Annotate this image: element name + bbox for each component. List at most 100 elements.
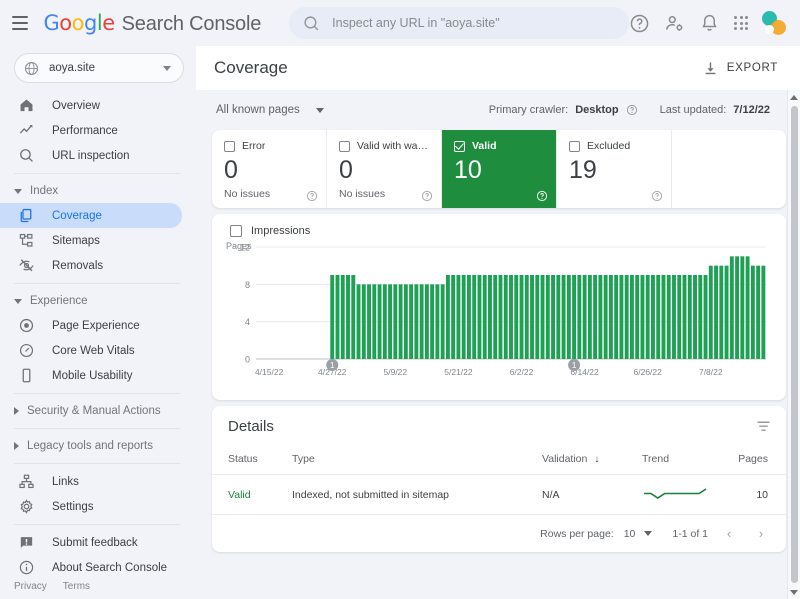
help-icon[interactable] xyxy=(626,104,638,116)
page-experience-icon xyxy=(19,318,34,333)
notifications-icon[interactable] xyxy=(699,13,720,34)
card-value: 0 xyxy=(224,156,238,184)
sidebar-item-core-web-vitals[interactable]: Core Web Vitals xyxy=(0,338,182,363)
excluded-checkbox[interactable] xyxy=(569,140,580,152)
home-icon xyxy=(20,99,33,112)
status-card-valid[interactable]: Valid 10 xyxy=(442,130,557,208)
export-button[interactable]: EXPORT xyxy=(696,56,784,81)
sidebar-item-label: Links xyxy=(52,475,79,488)
scroll-up-arrow-icon[interactable] xyxy=(788,90,800,104)
filter-icon[interactable] xyxy=(755,418,772,435)
svg-text:4/15/22: 4/15/22 xyxy=(255,367,284,377)
body: aoya.site Overview Performance URL inspe… xyxy=(0,46,800,599)
sidebar-item-label: Core Web Vitals xyxy=(52,344,135,357)
sidebar-footer-links: Privacy Terms xyxy=(0,575,196,599)
valid-checkbox[interactable] xyxy=(454,140,465,152)
sidebar-item-performance[interactable]: Performance xyxy=(0,118,182,143)
gear-icon xyxy=(20,499,33,514)
privacy-link[interactable]: Privacy xyxy=(14,581,47,592)
chevron-down-icon xyxy=(644,531,653,536)
next-page-button[interactable]: › xyxy=(750,523,772,545)
search-input[interactable] xyxy=(332,16,616,30)
column-status[interactable]: Status xyxy=(212,446,292,475)
chevron-down-icon xyxy=(163,65,171,71)
card-value: 0 xyxy=(339,156,353,184)
impressions-label: Impressions xyxy=(251,225,311,237)
sitemap-icon xyxy=(19,233,33,247)
column-type[interactable]: Type xyxy=(292,446,542,475)
apps-grid-icon[interactable] xyxy=(734,16,748,30)
valid-with-warnings-checkbox[interactable] xyxy=(339,140,350,152)
sidebar-item-coverage[interactable]: Coverage xyxy=(0,203,182,228)
google-logo: Google xyxy=(43,10,116,35)
column-validation[interactable]: Validation ↓ xyxy=(542,446,642,475)
impressions-checkbox[interactable] xyxy=(230,225,242,237)
column-pages[interactable]: Pages xyxy=(732,446,786,475)
sidebar-group-label: Legacy tools and reports xyxy=(27,440,153,452)
trending-up-icon xyxy=(19,125,33,134)
status-card-excluded[interactable]: Excluded 19 xyxy=(557,130,672,208)
card-value: 19 xyxy=(569,156,597,184)
chevron-right-icon xyxy=(14,407,19,415)
scrollbar-thumb[interactable] xyxy=(790,106,798,583)
sidebar-item-overview[interactable]: Overview xyxy=(0,93,182,118)
url-inspection-search[interactable] xyxy=(289,7,630,39)
sidebar-item-about-search-console[interactable]: About Search Console xyxy=(0,555,182,575)
svg-text:0: 0 xyxy=(245,355,250,365)
rows-per-page-select[interactable]: 10 xyxy=(624,528,653,540)
sidebar-item-mobile-usability[interactable]: Mobile Usability xyxy=(0,363,182,388)
rows-per-page-value: 10 xyxy=(623,527,636,540)
column-trend[interactable]: Trend xyxy=(642,446,732,475)
chevron-down-icon xyxy=(14,188,22,194)
sidebar-item-sitemaps[interactable]: Sitemaps xyxy=(0,228,182,253)
account-settings-icon[interactable] xyxy=(664,13,685,34)
coverage-chart-card: Impressions 0 4 8 12 Pages 4/15/22 4/27/22 5/9/… xyxy=(212,214,786,400)
help-icon[interactable] xyxy=(629,13,650,34)
sidebar-group-security-manual-actions[interactable]: Security & Manual Actions xyxy=(0,399,196,423)
cell-pages: 10 xyxy=(732,474,786,514)
status-card-valid-with-warnings[interactable]: Valid with warnin… 0 No issues xyxy=(327,130,442,208)
sidebar-item-label: Submit feedback xyxy=(52,536,138,549)
sidebar-item-removals[interactable]: Removals xyxy=(0,253,182,278)
svg-text:6/26/22: 6/26/22 xyxy=(634,367,663,377)
divider xyxy=(14,283,180,284)
property-name: aoya.site xyxy=(49,62,96,74)
sidebar-group-legacy-tools[interactable]: Legacy tools and reports xyxy=(0,434,196,458)
sidebar-group-index[interactable]: Index xyxy=(0,179,196,203)
card-subtitle: No issues xyxy=(224,188,271,201)
prev-page-button[interactable]: ‹ xyxy=(718,523,740,545)
search-icon xyxy=(20,149,33,162)
crawler-label: Primary crawler: xyxy=(488,104,569,116)
sidebar-item-url-inspection[interactable]: URL inspection xyxy=(0,143,182,168)
terms-link[interactable]: Terms xyxy=(63,581,90,592)
sidebar-item-label: Overview xyxy=(52,99,100,112)
help-icon[interactable] xyxy=(421,190,433,202)
card-label: Valid xyxy=(472,140,497,152)
scroll-down-arrow-icon[interactable] xyxy=(788,585,800,599)
avatar[interactable] xyxy=(762,11,786,35)
cell-type: Indexed, not submitted in sitemap xyxy=(292,474,542,514)
sidebar-group-experience[interactable]: Experience xyxy=(0,289,196,313)
menu-icon[interactable] xyxy=(10,12,30,34)
help-icon[interactable] xyxy=(536,190,548,202)
sidebar-item-settings[interactable]: Settings xyxy=(0,494,182,519)
card-subtitle: No issues xyxy=(339,188,386,201)
help-icon[interactable] xyxy=(651,190,663,202)
vertical-scrollbar[interactable] xyxy=(787,90,800,599)
crawler-value: Desktop xyxy=(575,104,619,116)
sidebar-item-submit-feedback[interactable]: Submit feedback xyxy=(0,530,182,555)
error-checkbox[interactable] xyxy=(224,140,235,152)
sidebar-item-label: Performance xyxy=(52,124,118,137)
svg-text:5/9/22: 5/9/22 xyxy=(384,367,408,377)
pages-scope-dropdown[interactable]: All known pages xyxy=(212,101,328,119)
coverage-chart[interactable]: 0 4 8 12 Pages 4/15/22 4/27/22 5/9/22 5/21/22 6/2… xyxy=(226,241,774,381)
table-row[interactable]: Valid Indexed, not submitted in sitemap … xyxy=(212,474,786,514)
help-icon[interactable] xyxy=(306,190,318,202)
card-label: Excluded xyxy=(587,140,631,152)
status-card-empty xyxy=(672,130,786,208)
sidebar-item-page-experience[interactable]: Page Experience xyxy=(0,313,182,338)
property-selector[interactable]: aoya.site xyxy=(14,53,184,83)
sidebar-item-links[interactable]: Links xyxy=(0,469,182,494)
svg-text:5/21/22: 5/21/22 xyxy=(444,367,473,377)
status-card-error[interactable]: Error 0 No issues xyxy=(212,130,327,208)
